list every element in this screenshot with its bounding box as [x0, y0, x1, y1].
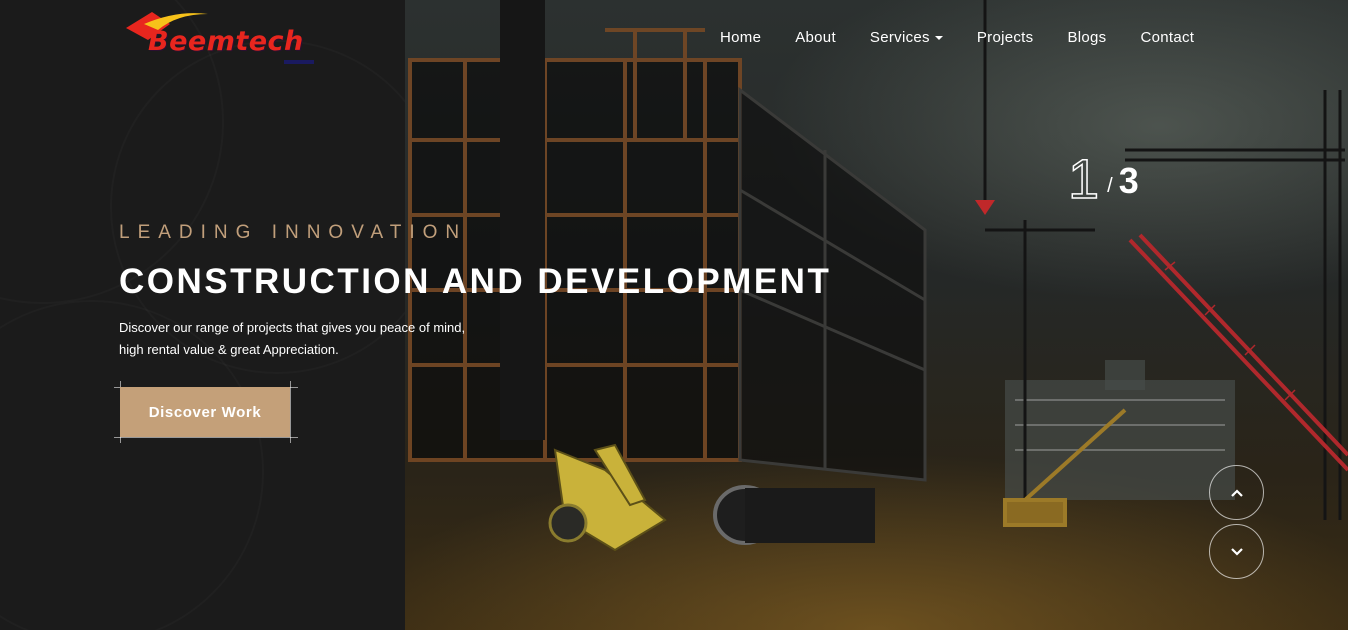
- hero-description-line: high rental value & great Appreciation.: [119, 342, 339, 357]
- hero-description-line: Discover our range of projects that give…: [119, 320, 466, 335]
- nav-link-about[interactable]: About: [795, 29, 836, 46]
- discover-work-button-frame: Discover Work: [114, 381, 298, 443]
- left-panel: [0, 0, 405, 630]
- hero-description: Discover our range of projects that give…: [119, 317, 519, 361]
- nav-link-home[interactable]: Home: [720, 29, 761, 46]
- slide-next-button[interactable]: [1209, 524, 1264, 579]
- frame-line: [290, 381, 291, 443]
- hero-background-image: [405, 0, 1348, 630]
- nav-link-services[interactable]: Services: [870, 29, 943, 46]
- nav-link-label: Services: [869, 29, 930, 46]
- slide-counter: 1 / 3: [1067, 147, 1139, 210]
- main-navigation: Home About Services Projects Blogs Conta…: [720, 29, 1228, 46]
- hero-title: CONSTRUCTION AND DEVELOPMENT: [119, 262, 832, 301]
- nav-link-blogs[interactable]: Blogs: [1067, 29, 1106, 46]
- caret-down-icon: [934, 35, 943, 40]
- hero-eyebrow: LEADING INNOVATION: [119, 222, 468, 243]
- slide-prev-button[interactable]: [1209, 465, 1264, 520]
- slide-total: 3: [1118, 160, 1139, 201]
- logo-text: Beemtech: [148, 26, 304, 57]
- nav-link-label: Projects: [976, 29, 1034, 46]
- nav-link-label: Home: [720, 29, 762, 46]
- nav-link-contact[interactable]: Contact: [1140, 29, 1194, 46]
- slide-current: 1: [1067, 147, 1100, 210]
- frame-line: [114, 437, 298, 438]
- nav-link-label: Contact: [1140, 29, 1195, 46]
- logo-underline: [284, 60, 314, 64]
- nav-link-projects[interactable]: Projects: [977, 29, 1034, 46]
- chevron-up-icon: [1230, 488, 1243, 497]
- slide-separator: /: [1107, 175, 1113, 197]
- beemtech-logo[interactable]: Beemtech: [122, 8, 322, 68]
- discover-work-button[interactable]: Discover Work: [120, 387, 290, 437]
- nav-link-label: About: [795, 29, 836, 46]
- nav-link-label: Blogs: [1067, 29, 1107, 46]
- construction-scene-illustration: [408, 0, 1348, 552]
- chevron-down-icon: [1230, 547, 1243, 556]
